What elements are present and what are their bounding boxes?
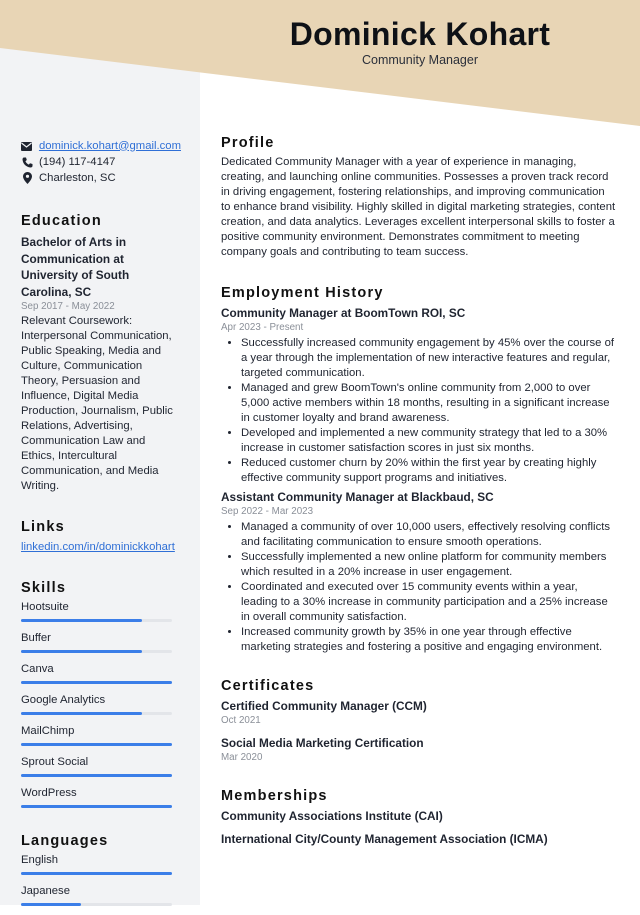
skill-item: MailChimp — [21, 724, 181, 746]
job-bullet: Reduced customer churn by 20% within the… — [241, 456, 616, 486]
location-text: Charleston, SC — [39, 171, 116, 184]
level-bar-fill — [21, 743, 172, 746]
envelope-icon — [21, 140, 33, 152]
certificate-name: Certified Community Manager (CCM) — [221, 699, 427, 713]
skills-list: Hootsuite Buffer Canva Google Analytics Mail… — [21, 600, 181, 808]
profile-section: Profile Dedicated Community Manager with… — [221, 136, 616, 260]
job-bullets: Successfully increased community engagem… — [221, 336, 616, 486]
level-bar-track — [21, 712, 172, 715]
level-bar-track — [21, 805, 172, 808]
profile-heading: Profile — [221, 135, 275, 151]
education-coursework: Relevant Coursework: Interpersonal Commu… — [21, 315, 173, 492]
level-bar-track — [21, 650, 172, 653]
job-entry: Community Manager at BoomTown ROI, SC Apr… — [221, 305, 616, 486]
job-title: Assistant Community Manager at Blackbaud… — [221, 490, 494, 504]
membership-item: Community Associations Institute (CAI) — [221, 809, 443, 823]
jobs-list: Community Manager at BoomTown ROI, SC Apr… — [221, 305, 616, 655]
level-bar-track — [21, 681, 172, 684]
skill-item: WordPress — [21, 786, 181, 808]
skill-name: Hootsuite — [21, 601, 69, 613]
skill-name: WordPress — [21, 787, 77, 799]
skills-section: Skills Hootsuite Buffer Canva Google Analyt… — [21, 581, 181, 808]
level-bar-fill — [21, 774, 172, 777]
memberships-list: Community Associations Institute (CAI) In… — [221, 808, 616, 847]
job-bullet: Managed and grew BoomTown's online commu… — [241, 381, 616, 426]
level-bar-fill — [21, 712, 142, 715]
profile-text: Dedicated Community Manager with a year … — [221, 156, 616, 258]
memberships-heading: Memberships — [221, 788, 328, 804]
level-bar-fill — [21, 619, 142, 622]
job-bullet: Managed a community of over 10,000 users… — [241, 520, 616, 550]
employment-section: Employment History Community Manager at … — [221, 286, 616, 655]
level-bar-track — [21, 619, 172, 622]
skill-name: Buffer — [21, 632, 51, 644]
links-section: Links linkedin.com/in/dominickkohart — [21, 520, 181, 555]
certificates-section: Certificates Certified Community Manager… — [221, 679, 616, 765]
job-bullet: Successfully implemented a new online pl… — [241, 550, 616, 580]
certificate-name: Social Media Marketing Certification — [221, 736, 424, 750]
skill-item: Google Analytics — [21, 693, 181, 715]
level-bar-fill — [21, 681, 172, 684]
job-dates: Sep 2022 - Mar 2023 — [221, 506, 314, 517]
skills-heading: Skills — [21, 580, 67, 596]
main-content: Profile Dedicated Community Manager with… — [221, 136, 616, 854]
candidate-title: Community Manager — [361, 53, 478, 67]
memberships-section: Memberships Community Associations Insti… — [221, 789, 616, 847]
level-bar-track — [21, 774, 172, 777]
contact-email: dominick.kohart@gmail.com — [21, 138, 181, 154]
language-name: Japanese — [21, 885, 70, 897]
level-bar-track — [21, 872, 172, 875]
education-degree: Bachelor of Arts in Communication at Uni… — [21, 235, 130, 299]
skill-item: Hootsuite — [21, 600, 181, 622]
certificate-item: Certified Community Manager (CCM) Oct 202… — [221, 698, 616, 728]
job-bullet: Coordinated and executed over 15 communi… — [241, 580, 616, 625]
certificate-item: Social Media Marketing Certification Mar … — [221, 735, 616, 765]
phone-icon — [21, 156, 33, 168]
languages-section: Languages English Japanese — [21, 834, 181, 906]
employment-heading: Employment History — [221, 285, 384, 301]
level-bar-fill — [21, 805, 172, 808]
contact-section: dominick.kohart@gmail.com (194) 117-4147… — [21, 138, 181, 186]
job-dates: Apr 2023 - Present — [221, 322, 304, 333]
education-heading: Education — [21, 213, 102, 229]
skill-item: Canva — [21, 662, 181, 684]
language-name: English — [21, 854, 59, 866]
certificates-heading: Certificates — [221, 678, 315, 694]
education-dates: Sep 2017 - May 2022 — [21, 301, 115, 312]
linkedin-link[interactable]: linkedin.com/in/dominickkohart — [21, 541, 175, 553]
language-item: Japanese — [21, 884, 181, 906]
links-heading: Links — [21, 519, 65, 535]
candidate-name: Dominick Kohart — [289, 16, 551, 52]
level-bar-fill — [21, 650, 142, 653]
skill-name: MailChimp — [21, 725, 75, 737]
languages-heading: Languages — [21, 833, 109, 849]
skill-name: Canva — [21, 663, 54, 675]
phone-text: (194) 117-4147 — [39, 155, 116, 168]
languages-list: English Japanese — [21, 853, 181, 906]
level-bar-track — [21, 743, 172, 746]
job-bullet: Developed and implemented a new communit… — [241, 426, 616, 456]
job-bullets: Managed a community of over 10,000 users… — [221, 520, 616, 655]
certificate-date: Mar 2020 — [221, 752, 263, 763]
skill-name: Google Analytics — [21, 694, 106, 706]
job-bullet: Increased community growth by 35% in one… — [241, 625, 616, 655]
job-bullet: Successfully increased community engagem… — [241, 336, 616, 381]
sidebar: dominick.kohart@gmail.com (194) 117-4147… — [21, 138, 181, 915]
membership-item: International City/County Management Ass… — [221, 832, 548, 846]
job-title: Community Manager at BoomTown ROI, SC — [221, 306, 466, 320]
certificates-list: Certified Community Manager (CCM) Oct 202… — [221, 698, 616, 765]
contact-location: Charleston, SC — [21, 170, 181, 186]
level-bar-fill — [21, 872, 172, 875]
email-link[interactable]: dominick.kohart@gmail.com — [39, 139, 181, 154]
skill-item: Sprout Social — [21, 755, 181, 777]
language-item: English — [21, 853, 181, 875]
job-entry: Assistant Community Manager at Blackbaud… — [221, 489, 616, 655]
certificate-date: Oct 2021 — [221, 715, 261, 726]
skill-item: Buffer — [21, 631, 181, 653]
map-pin-icon — [21, 172, 33, 184]
contact-phone: (194) 117-4147 — [21, 154, 181, 170]
education-section: Education Bachelor of Arts in Communicat… — [21, 214, 181, 494]
skill-name: Sprout Social — [21, 756, 89, 768]
